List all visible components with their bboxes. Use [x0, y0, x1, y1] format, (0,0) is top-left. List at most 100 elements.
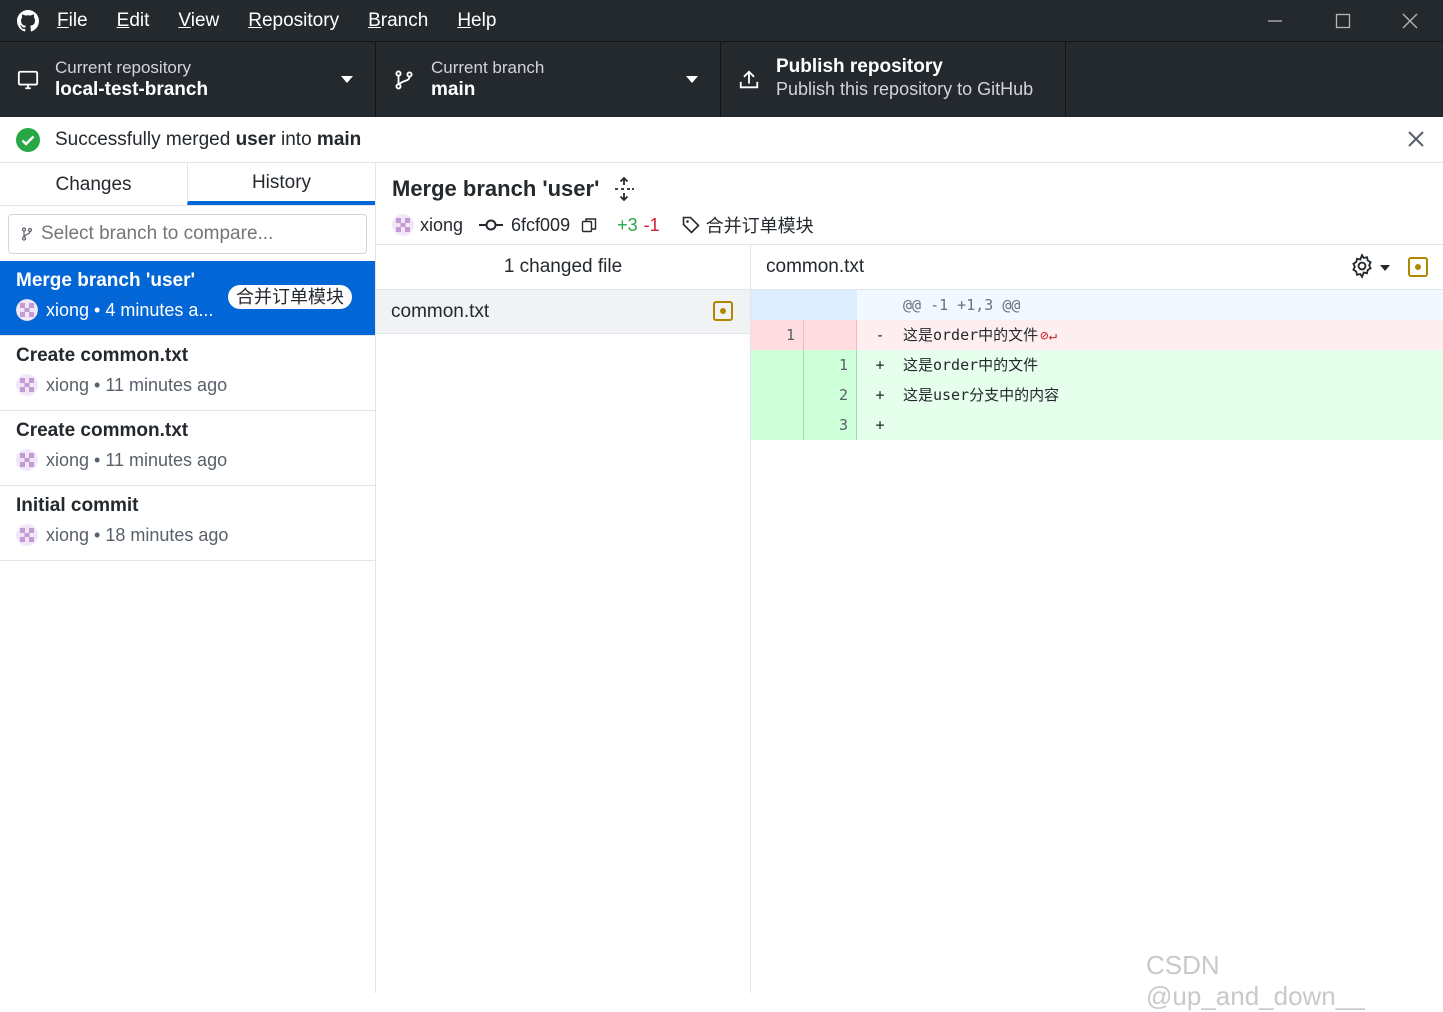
- avatar: [16, 524, 38, 546]
- commit-author: xiong: [46, 449, 90, 470]
- commit-detail-author: xiong: [420, 214, 464, 235]
- file-modified-icon: [713, 301, 733, 321]
- chevron-down-icon: [1380, 265, 1390, 271]
- maximize-button[interactable]: [1309, 0, 1377, 41]
- commit-title: Create common.txt: [16, 420, 189, 441]
- diff-hunk-header: @@ -1 +1,3 @@: [751, 290, 1443, 320]
- new-line-number: [804, 290, 857, 320]
- commit-title: Initial commit: [16, 495, 139, 516]
- watermark: CSDN @up_and_down__: [1146, 950, 1365, 1011]
- diff-sign: +: [875, 386, 885, 404]
- check-circle-icon: [16, 127, 40, 152]
- unfold-icon[interactable]: [613, 177, 635, 201]
- old-line-number: [751, 290, 804, 320]
- commit-item[interactable]: Create common.txt xiong • 11 minutes ago: [0, 336, 375, 411]
- commit-time: 18 minutes ago: [105, 524, 229, 545]
- copy-icon[interactable]: [581, 217, 597, 233]
- current-branch-button[interactable]: Current branch main: [376, 42, 721, 118]
- upload-icon: [739, 70, 759, 89]
- dismiss-banner-button[interactable]: [1407, 130, 1425, 148]
- publish-subtitle: Publish this repository to GitHub: [776, 79, 1034, 99]
- diff-line-added[interactable]: 2 + 这是user分支中的内容: [751, 380, 1443, 410]
- tag-badge: 合并订单模块: [228, 285, 352, 309]
- file-modified-icon: [1408, 257, 1428, 277]
- diff-pane: common.txt @@ -1 +1,3 @@ 1 - 这是order中的文件…: [751, 245, 1443, 993]
- new-line-number: 1: [804, 350, 857, 380]
- commit-detail-tag: 合并订单模块: [705, 216, 814, 236]
- repo-name: local-test-branch: [55, 79, 209, 100]
- git-commit-icon: [479, 219, 504, 231]
- git-branch-icon: [395, 70, 413, 90]
- commit-time: 11 minutes ago: [105, 449, 228, 470]
- diff-line-text: 这是order中的文件: [903, 326, 1039, 344]
- commit-item[interactable]: Create common.txt xiong • 11 minutes ago: [0, 411, 375, 486]
- meta-separator: •: [94, 374, 101, 395]
- tab-changes[interactable]: Changes: [0, 163, 187, 205]
- diff-line-text: 这是user分支中的内容: [903, 386, 1060, 404]
- hunk-text: @@ -1 +1,3 @@: [903, 296, 1021, 314]
- publish-repository-button[interactable]: Publish repository Publish this reposito…: [721, 42, 1066, 118]
- publish-title: Publish repository: [776, 56, 943, 77]
- diff-sign: -: [875, 326, 885, 344]
- banner-message: Successfully merged user into main: [55, 128, 362, 150]
- new-line-number: [804, 320, 857, 350]
- commit-item-selected[interactable]: Merge branch 'user' xiong • 4 minutes a.…: [0, 261, 375, 336]
- commit-author: xiong: [46, 374, 90, 395]
- avatar: [16, 449, 38, 471]
- close-icon: [1402, 13, 1418, 28]
- meta-separator: •: [94, 524, 101, 545]
- diff-line-text: 这是order中的文件: [903, 356, 1039, 374]
- no-newline-icon: ⊘↵: [1040, 328, 1058, 344]
- minimize-button[interactable]: [1241, 0, 1309, 41]
- commit-time: 4 minutes a...: [105, 299, 214, 320]
- commit-author: xiong: [46, 299, 90, 320]
- avatar: [16, 374, 38, 396]
- diff-sign: +: [875, 416, 885, 434]
- commit-detail-title: Merge branch 'user': [392, 176, 600, 201]
- menu-edit[interactable]: Edit: [117, 10, 150, 32]
- diff-line-added[interactable]: 3 +: [751, 410, 1443, 440]
- commit-author: xiong: [46, 524, 90, 545]
- avatar: [16, 299, 38, 321]
- desktop-icon: [17, 70, 39, 90]
- diff-line-added[interactable]: 1 + 这是order中的文件: [751, 350, 1443, 380]
- tab-history[interactable]: History: [187, 163, 375, 205]
- compare-branch-box[interactable]: [8, 214, 367, 254]
- github-logo-icon: [17, 9, 39, 31]
- commit-list: Merge branch 'user' xiong • 4 minutes a.…: [0, 261, 375, 561]
- file-name: common.txt: [391, 300, 490, 322]
- current-repository-button[interactable]: Current repository local-test-branch: [0, 42, 376, 118]
- minimize-icon: [1268, 19, 1282, 22]
- close-window-button[interactable]: [1376, 0, 1443, 41]
- menu-help[interactable]: Help: [457, 10, 496, 32]
- diff-line-text: [903, 410, 1443, 440]
- additions-count: +3: [617, 214, 638, 235]
- title-bar: File Edit View Repository Branch Help: [0, 0, 1443, 41]
- diff-sign: [857, 290, 903, 320]
- menu-repository[interactable]: Repository: [248, 10, 339, 32]
- file-item[interactable]: common.txt: [376, 290, 750, 334]
- meta-separator: •: [94, 299, 101, 320]
- menu-file[interactable]: File: [57, 10, 88, 32]
- old-line-number: [751, 410, 804, 440]
- new-line-number: 2: [804, 380, 857, 410]
- changed-files-pane: 1 changed file common.txt: [376, 245, 751, 993]
- diff-file-name: common.txt: [766, 256, 865, 277]
- meta-separator: •: [94, 449, 101, 470]
- maximize-icon: [1335, 13, 1351, 28]
- chevron-down-icon: [686, 76, 698, 83]
- commit-title: Create common.txt: [16, 345, 189, 366]
- commit-time: 11 minutes ago: [105, 374, 228, 395]
- menu-branch[interactable]: Branch: [368, 10, 428, 32]
- menu-view[interactable]: View: [178, 10, 219, 32]
- repo-label: Current repository: [55, 58, 192, 77]
- compare-branch-input[interactable]: [41, 223, 361, 245]
- commit-sha: 6fcf009: [511, 214, 571, 235]
- diff-line-deleted[interactable]: 1 - 这是order中的文件 ⊘↵: [751, 320, 1443, 350]
- commit-summary-header: Merge branch 'user' xiong 6fcf009 +3 -1 …: [376, 163, 1443, 245]
- tag-icon: [682, 216, 700, 234]
- gear-icon[interactable]: [1349, 253, 1375, 279]
- commit-item[interactable]: Initial commit xiong • 18 minutes ago: [0, 486, 375, 561]
- chevron-down-icon: [341, 76, 353, 83]
- toolbar: Current repository local-test-branch Cur…: [0, 41, 1443, 118]
